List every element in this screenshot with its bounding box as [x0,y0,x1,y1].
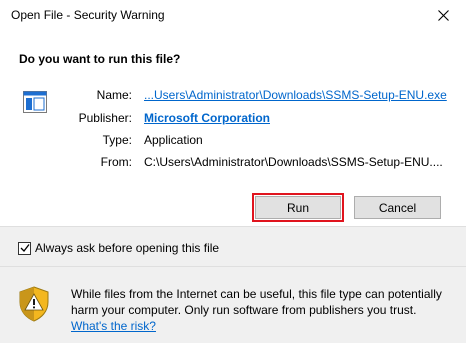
name-label: Name: [96,88,132,102]
dialog-question: Do you want to run this file? [19,52,181,66]
file-name-link[interactable]: ...Users\Administrator\Downloads\SSMS-Se… [144,88,447,102]
dialog-content: Do you want to run this file? Name: ...U… [0,31,466,257]
window-title: Open File - Security Warning [11,8,165,22]
always-ask-checkbox[interactable] [18,241,31,255]
type-label: Type: [102,133,132,147]
warning-text: While files from the Internet can be use… [71,287,442,317]
publisher-link[interactable]: Microsoft Corporation [144,111,270,125]
whats-the-risk-link[interactable]: What's the risk? [71,319,156,333]
application-icon [23,91,47,113]
security-warning-dialog: Open File - Security Warning Do you want… [0,0,466,343]
type-value: Application [144,133,203,147]
footer-separator [0,266,466,267]
publisher-label: Publisher: [78,111,132,125]
security-shield-icon [19,286,49,322]
cancel-button[interactable]: Cancel [354,196,441,219]
warning-message: While files from the Internet can be use… [71,286,451,334]
run-button-label: Run [286,200,309,215]
always-ask-label: Always ask before opening this file [35,241,220,255]
close-icon [437,10,449,21]
from-label: From: [100,155,132,169]
run-button[interactable]: Run [255,196,341,219]
close-button[interactable] [420,0,466,31]
cancel-button-label: Cancel [378,200,417,215]
from-value: C:\Users\Administrator\Downloads\SSMS-Se… [144,155,443,169]
always-ask-checkbox-row[interactable]: Always ask before opening this file [18,241,219,255]
title-bar: Open File - Security Warning [0,0,466,31]
checkmark-icon [20,244,30,252]
